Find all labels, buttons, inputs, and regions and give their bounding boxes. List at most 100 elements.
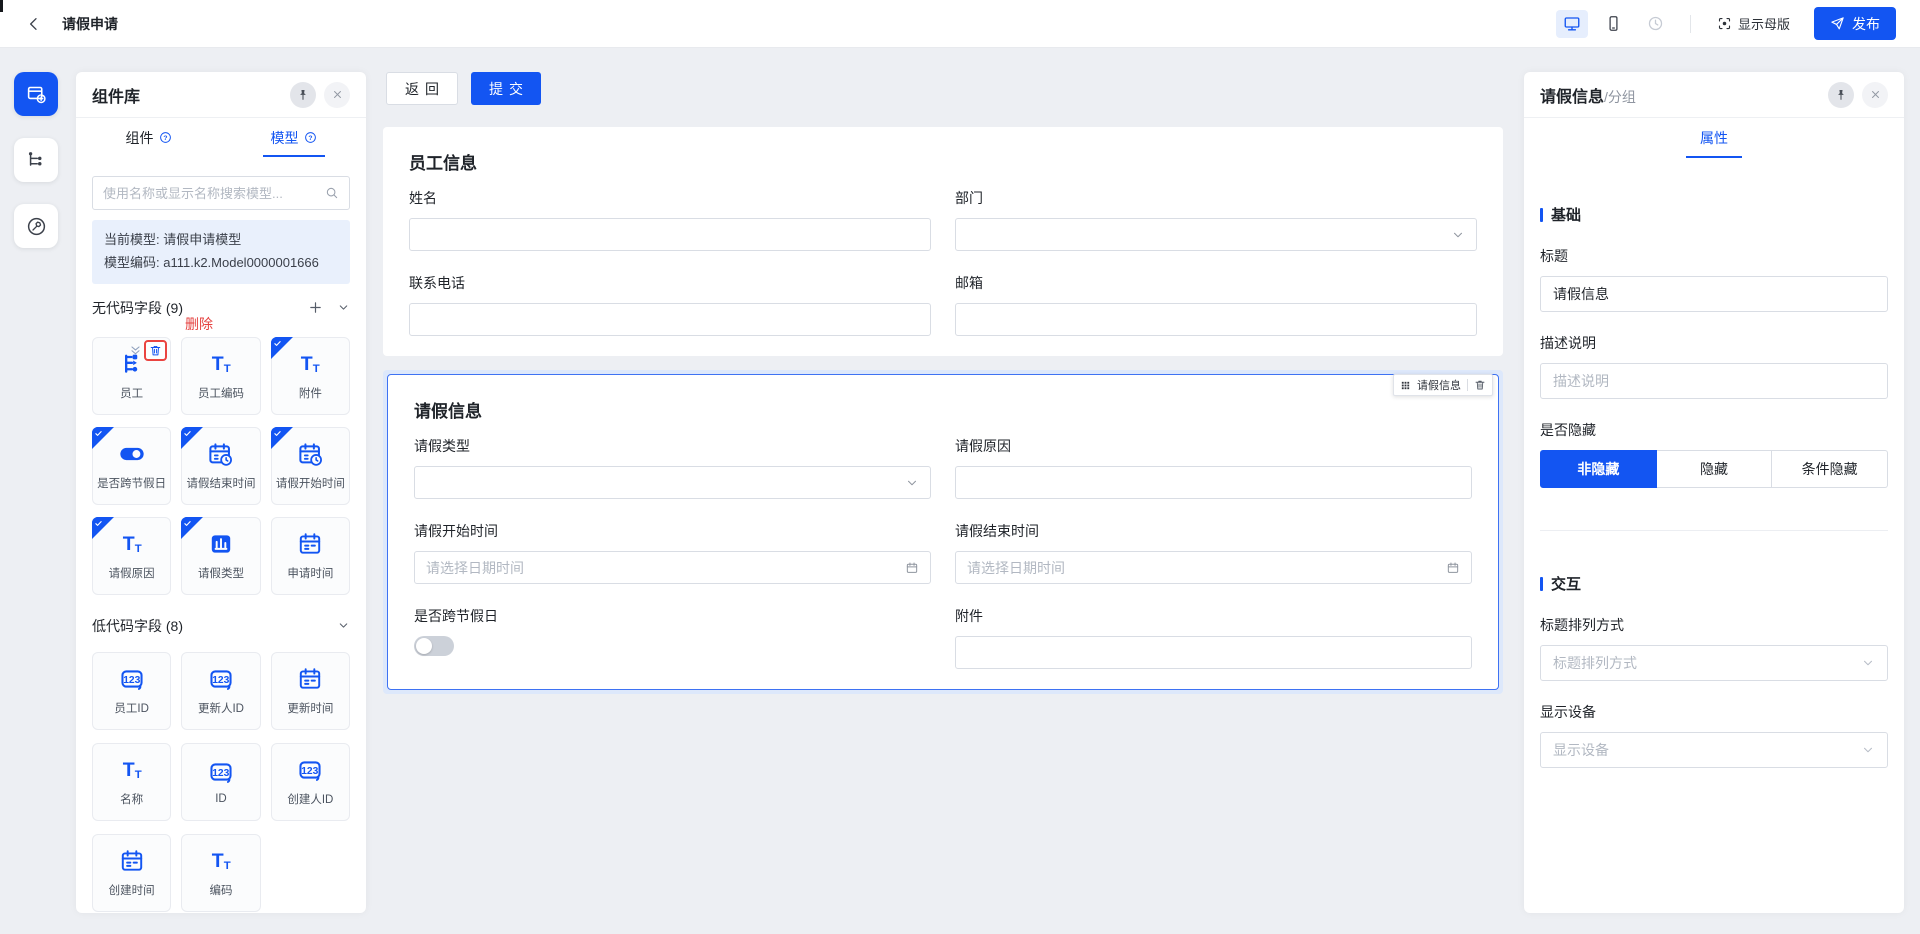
section-bar [1540, 207, 1543, 222]
field-card-create-time[interactable]: 创建时间 [92, 833, 172, 912]
field-card-leave-start-time[interactable]: 请假开始时间 [270, 426, 350, 505]
field-card-employee-id[interactable]: 员工ID [92, 651, 172, 730]
arrangement-select[interactable]: 标题排列方式 [1540, 645, 1888, 681]
history-button[interactable] [1640, 10, 1672, 38]
model-search-input[interactable] [103, 185, 319, 201]
collapse-chevron-icon[interactable] [337, 619, 350, 632]
collapse-chevron-icon[interactable] [337, 301, 350, 314]
field-card-updater-id[interactable]: 更新人ID [181, 651, 261, 730]
search-icon [325, 186, 339, 200]
number-icon [208, 758, 234, 786]
interaction-section-header: 交互 [1540, 573, 1888, 594]
field-card-leave-end-time[interactable]: 请假结束时间 [181, 426, 261, 505]
option-conditional-hidden[interactable]: 条件隐藏 [1772, 450, 1889, 488]
form-field-attachment: 附件 [955, 606, 1472, 669]
close-icon[interactable] [1862, 81, 1888, 108]
selected-check-icon [181, 516, 204, 539]
form-field-email: 邮箱 [955, 273, 1477, 336]
leave-info-group[interactable]: 请假信息 请假类型 请假原因 请假开始时间 请选择日期时间 请假结束时间 请选择… [387, 374, 1499, 690]
model-search-box [92, 176, 350, 210]
delete-group-trash-icon[interactable] [1474, 379, 1486, 391]
selected-check-icon [92, 516, 114, 539]
publish-button[interactable]: 发布 [1814, 7, 1896, 40]
field-card-creator-id[interactable]: 创建人ID [270, 742, 350, 821]
arrangement-label: 标题排列方式 [1540, 617, 1624, 633]
form-submit-button[interactable]: 提交 [471, 72, 541, 105]
desktop-view-button[interactable] [1555, 9, 1588, 38]
form-back-button[interactable]: 返回 [386, 72, 458, 105]
divider [1689, 14, 1691, 33]
selection-wrapper: 请假信息 请假信息 请假类型 请假原因 请假开始时间 请选择日期时间 请假结束时… [383, 370, 1503, 694]
selected-check-icon [270, 426, 293, 449]
pin-icon[interactable] [290, 81, 316, 108]
calendar-icon [119, 847, 145, 875]
form-field-leave-reason: 请假原因 [955, 436, 1472, 499]
device-select[interactable]: 显示设备 [1540, 732, 1888, 768]
double-chevron-down-icon[interactable] [129, 344, 142, 357]
delete-field-highlight-box [144, 339, 168, 361]
field-card-employee[interactable]: 员工 [92, 336, 172, 415]
attachment-input[interactable] [955, 636, 1472, 669]
field-card-update-time[interactable]: 更新时间 [270, 651, 350, 730]
option-hidden[interactable]: 隐藏 [1656, 450, 1773, 488]
send-icon [1830, 16, 1845, 31]
toggle-icon [118, 440, 146, 468]
pin-icon[interactable] [1828, 81, 1854, 108]
show-master-button[interactable]: 显示母版 [1709, 8, 1798, 39]
form-field-cross-holiday: 是否跨节假日 [414, 606, 931, 669]
hidden-segmented-control: 非隐藏 隐藏 条件隐藏 [1540, 450, 1889, 488]
form-field-leave-end: 请假结束时间 请选择日期时间 [955, 521, 1472, 584]
close-icon[interactable] [324, 81, 350, 108]
email-input[interactable] [955, 303, 1477, 336]
tab-properties[interactable]: 属性 [1698, 118, 1730, 158]
number-icon [297, 756, 323, 784]
field-card-name[interactable]: 名称 [92, 742, 172, 821]
topbar: 请假申请 显示母版 发布 [0, 0, 1920, 48]
title-input[interactable] [1540, 276, 1888, 312]
chevron-down-icon [1861, 743, 1875, 757]
settings-tools-button[interactable] [14, 204, 58, 248]
cross-holiday-toggle[interactable] [414, 636, 454, 656]
name-input[interactable] [409, 218, 931, 251]
mobile-view-button[interactable] [1598, 10, 1630, 38]
description-input[interactable] [1540, 363, 1888, 399]
tab-models[interactable]: 模型 [221, 118, 366, 157]
group-title: 请假信息 [414, 402, 482, 421]
back-icon[interactable] [22, 12, 46, 36]
chevron-down-icon [1451, 228, 1465, 242]
leave-type-select[interactable] [414, 466, 931, 499]
calendar-icon [1446, 561, 1460, 575]
leave-reason-input[interactable] [955, 466, 1472, 499]
calendar-clock-icon [207, 440, 234, 468]
field-card-employee-code[interactable]: 员工编码 [181, 336, 261, 415]
toggle-knob [416, 638, 432, 654]
field-card-attachment[interactable]: 附件 [270, 336, 350, 415]
field-card-code[interactable]: 编码 [181, 833, 261, 912]
field-card-leave-type[interactable]: 请假类型 [181, 516, 261, 595]
phone-input[interactable] [409, 303, 931, 336]
nocode-fields-header: 无代码字段 (9) [92, 298, 350, 318]
field-card-apply-time[interactable]: 申请时间 [270, 516, 350, 595]
field-card-leave-reason[interactable]: 请假原因 [92, 516, 172, 595]
trash-icon[interactable] [149, 344, 162, 357]
text-icon [208, 350, 234, 378]
department-select[interactable] [955, 218, 1477, 251]
field-card-id[interactable]: ID [181, 742, 261, 821]
drag-handle-icon[interactable] [1400, 380, 1411, 391]
component-library-panel: 组件库 组件 模型 当前模型: 请假申请模型 模型编码: a111.k2.Mod… [76, 72, 366, 913]
component-library-button[interactable] [14, 72, 58, 116]
leave-start-datepicker[interactable]: 请选择日期时间 [414, 551, 931, 584]
nocode-field-grid: 删除 员工 员工编码 附件 是否跨节假日 请假结束时间 请假开始时间 请假原因 … [92, 316, 350, 595]
leave-end-datepicker[interactable]: 请选择日期时间 [955, 551, 1472, 584]
selected-group-badge: 请假信息 [1393, 374, 1493, 396]
field-card-cross-holiday[interactable]: 是否跨节假日 [92, 426, 172, 505]
lowcode-field-grid: 员工ID 更新人ID 更新时间 名称 ID 创建人ID 创建时间 编码 [92, 651, 350, 912]
calendar-icon [297, 665, 323, 693]
inspector-tabs: 属性 [1524, 118, 1904, 158]
option-not-hidden[interactable]: 非隐藏 [1540, 450, 1657, 488]
chevron-down-icon [1861, 656, 1875, 670]
employee-info-group[interactable]: 员工信息 姓名 部门 联系电话 邮箱 [383, 127, 1503, 356]
add-field-icon[interactable] [308, 300, 323, 315]
tab-components[interactable]: 组件 [76, 118, 221, 157]
outline-tree-button[interactable] [14, 138, 58, 182]
